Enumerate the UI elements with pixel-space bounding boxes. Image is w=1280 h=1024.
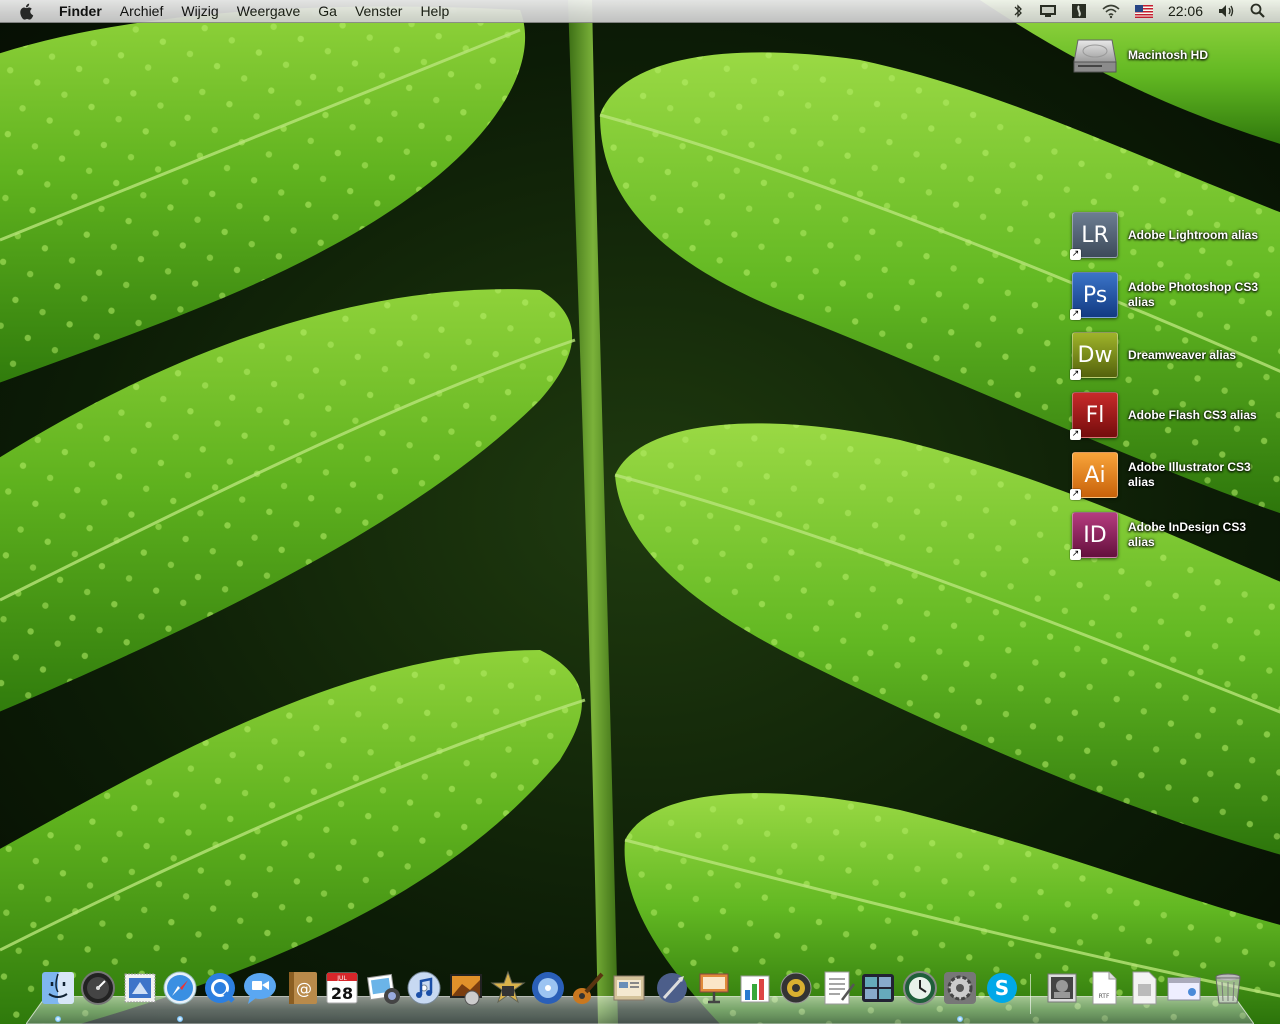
ichat-icon[interactable]	[242, 970, 278, 1006]
adobe-photoshop-alias[interactable]: Ps ↗ Adobe Photoshop CS3 alias	[1070, 272, 1268, 320]
desktop-icon-label: Dreamweaver alias	[1128, 347, 1237, 362]
dock-separator	[1030, 974, 1031, 1014]
lightroom-icon: LR ↗	[1070, 212, 1118, 260]
menu-wijzig[interactable]: Wijzig	[172, 0, 227, 22]
desktop-icon-label: Adobe InDesign CS3 alias	[1128, 520, 1247, 549]
numbers-icon[interactable]	[738, 970, 774, 1006]
dashboard-icon[interactable]	[80, 970, 116, 1006]
macintosh-hd-icon[interactable]: Macintosh HD	[1072, 32, 1268, 78]
spaces-icon[interactable]	[860, 970, 896, 1006]
photo-booth-icon[interactable]	[448, 970, 484, 1006]
adobe-flash-alias[interactable]: Fl ↗ Adobe Flash CS3 alias	[1070, 392, 1268, 440]
menu-ga[interactable]: Ga	[309, 0, 346, 22]
bluetooth-icon[interactable]	[1004, 0, 1032, 22]
svg-text:@: @	[296, 979, 312, 998]
hard-drive-icon	[1073, 39, 1117, 73]
adobe-lightroom-alias[interactable]: LR ↗ Adobe Lightroom alias	[1070, 212, 1268, 260]
alias-arrow-icon: ↗	[1070, 429, 1081, 440]
alias-arrow-icon: ↗	[1070, 549, 1081, 560]
wifi-icon[interactable]	[1094, 0, 1128, 22]
safari-icon[interactable]	[162, 970, 198, 1022]
script-icon[interactable]	[1064, 0, 1094, 22]
idvd-icon[interactable]	[530, 970, 566, 1006]
volume-icon[interactable]	[1211, 0, 1243, 22]
spotlight-search-icon[interactable]	[1243, 0, 1280, 22]
menu-venster[interactable]: Venster	[346, 0, 411, 22]
menu-extras: 22:06	[1004, 0, 1280, 22]
running-indicator	[957, 1016, 963, 1022]
desktop-icon-label: Adobe Photoshop CS3 alias	[1128, 280, 1258, 309]
script-editor-icon[interactable]	[654, 970, 690, 1006]
menu-finder[interactable]: Finder	[50, 0, 111, 22]
adobe-indesign-alias[interactable]: ID ↗ Adobe InDesign CS3 alias	[1070, 512, 1268, 560]
indesign-icon: ID ↗	[1070, 512, 1118, 560]
photoshop-icon: Ps ↗	[1070, 272, 1118, 320]
apple-menu-icon[interactable]	[18, 2, 36, 20]
finder-window-stack-icon[interactable]	[1166, 970, 1202, 1006]
alias-arrow-icon: ↗	[1070, 489, 1081, 500]
menu-archief[interactable]: Archief	[111, 0, 173, 22]
dreamweaver-icon: Dw ↗	[1070, 332, 1118, 380]
textedit-icon[interactable]	[820, 970, 856, 1006]
desktop-icon-label: Macintosh HD	[1128, 47, 1209, 62]
address-book-icon[interactable]: @	[284, 970, 320, 1006]
us-flag-icon[interactable]	[1128, 0, 1160, 22]
system-utility-icon[interactable]	[778, 970, 814, 1006]
alias-arrow-icon: ↗	[1070, 309, 1081, 320]
dock: @ JUL 28 S RTF	[40, 970, 1250, 1022]
illustrator-icon: Ai ↗	[1070, 452, 1118, 500]
downloads-stack-icon[interactable]	[1044, 970, 1080, 1006]
ical-month-label: JUL	[336, 975, 347, 982]
ical-icon[interactable]: JUL 28	[324, 970, 360, 1006]
running-indicator	[177, 1016, 183, 1022]
alias-arrow-icon: ↗	[1070, 249, 1081, 260]
display-icon[interactable]	[1032, 0, 1064, 22]
imovie-icon[interactable]	[490, 970, 526, 1006]
menubar-clock[interactable]: 22:06	[1160, 3, 1211, 19]
menu-help[interactable]: Help	[411, 0, 458, 22]
skype-icon[interactable]: S	[984, 970, 1020, 1006]
quicktime-icon[interactable]	[202, 970, 238, 1006]
iweb-icon[interactable]	[612, 970, 648, 1006]
svg-text:RTF: RTF	[1099, 993, 1110, 1000]
menu-weergave[interactable]: Weergave	[228, 0, 310, 22]
time-machine-icon[interactable]	[902, 970, 938, 1006]
desktop-icon-label: Adobe Lightroom alias	[1128, 227, 1259, 242]
alias-arrow-icon: ↗	[1070, 369, 1081, 380]
desktop-icon-label: Adobe Illustrator CS3 alias	[1128, 460, 1251, 489]
ical-day-label: 28	[331, 984, 353, 1003]
adobe-illustrator-alias[interactable]: Ai ↗ Adobe Illustrator CS3 alias	[1070, 452, 1268, 500]
menu-bar: Finder Archief Wijzig Weergave Ga Venste…	[0, 0, 1280, 23]
garageband-icon[interactable]	[570, 970, 606, 1006]
file-stack-icon[interactable]	[1126, 970, 1162, 1006]
finder-icon[interactable]	[40, 970, 76, 1022]
dreamweaver-alias[interactable]: Dw ↗ Dreamweaver alias	[1070, 332, 1268, 380]
trash-icon[interactable]	[1210, 970, 1246, 1006]
desktop-icon-label: Adobe Flash CS3 alias	[1128, 407, 1257, 422]
rtf-document-icon[interactable]: RTF	[1086, 970, 1122, 1006]
system-preferences-icon[interactable]	[942, 970, 978, 1022]
itunes-icon[interactable]	[406, 970, 442, 1006]
flash-icon: Fl ↗	[1070, 392, 1118, 440]
keynote-icon[interactable]	[696, 970, 732, 1006]
running-indicator	[55, 1016, 61, 1022]
iphoto-icon[interactable]	[366, 970, 402, 1006]
mail-stamp-icon[interactable]	[122, 970, 158, 1006]
svg-text:S: S	[995, 976, 1009, 1000]
